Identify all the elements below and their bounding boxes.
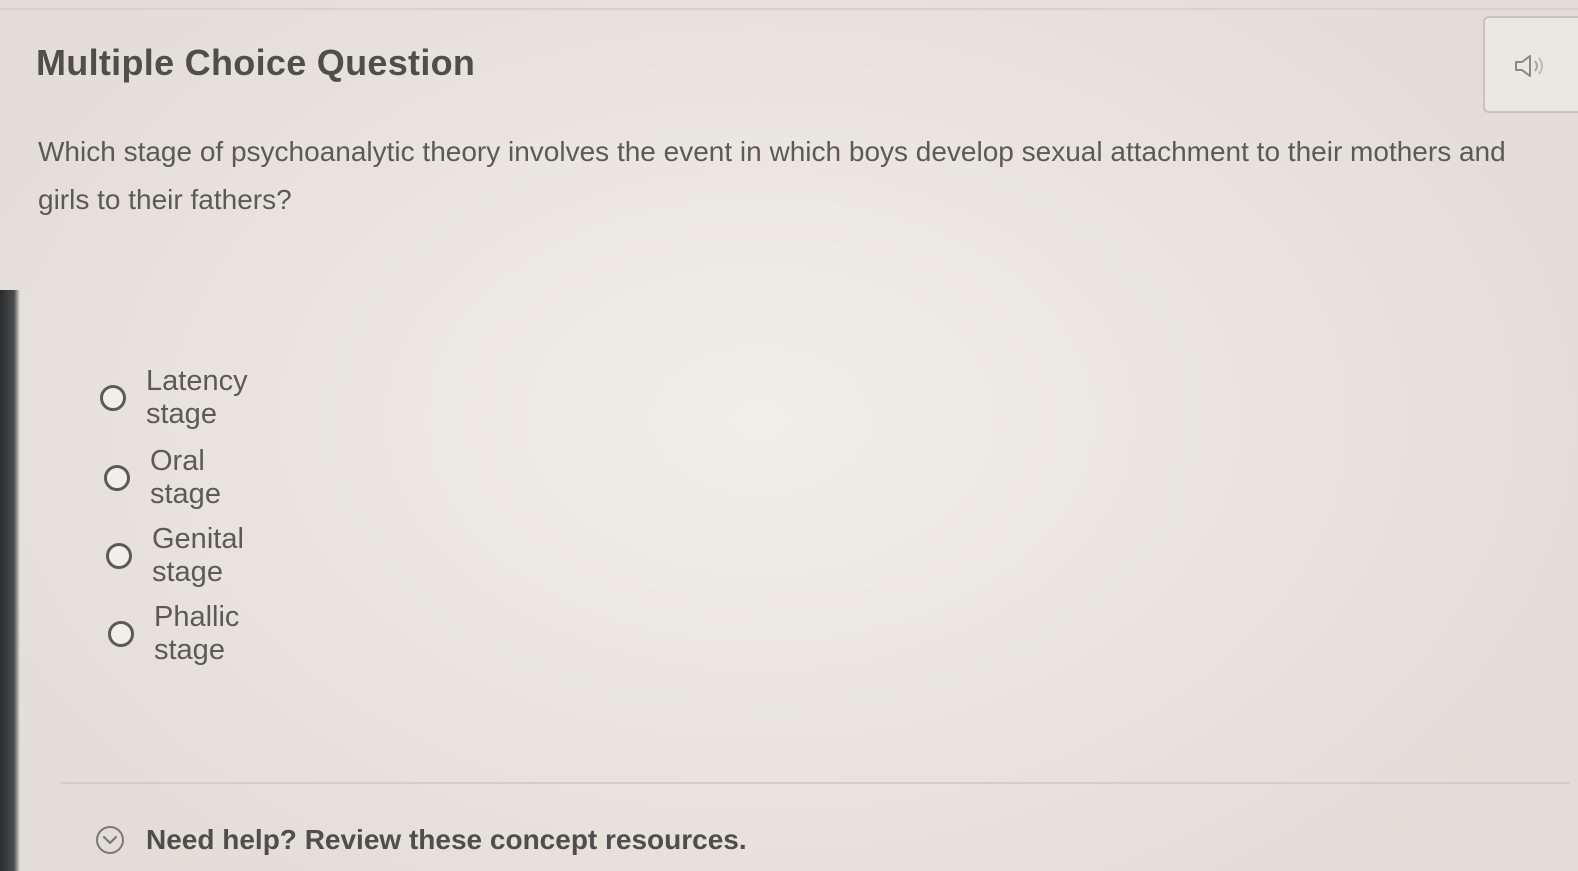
top-divider (0, 8, 1578, 10)
chevron-down-circle-icon (96, 826, 124, 854)
option-label: Phallic stage (154, 601, 240, 666)
question-text: Which stage of psychoanalytic theory inv… (38, 136, 1506, 215)
quiz-screen: Multiple Choice Question Which stage of … (0, 0, 1578, 871)
radio-button[interactable] (108, 621, 134, 647)
option-label: Oral stage (150, 445, 221, 510)
option-phallic-stage[interactable]: Phallic stage (108, 601, 239, 666)
speaker-icon (1515, 55, 1543, 77)
option-oral-stage[interactable]: Oral stage (104, 445, 221, 510)
read-aloud-button[interactable] (1483, 16, 1578, 113)
monitor-bezel (0, 290, 20, 871)
concept-resources-toggle[interactable]: Need help? Review these concept resource… (94, 824, 747, 856)
radio-button[interactable] (106, 543, 132, 569)
help-link-text: Need help? Review these concept resource… (146, 824, 747, 855)
option-latency-stage[interactable]: Latency stage (100, 365, 248, 430)
page-title: Multiple Choice Question (36, 42, 476, 83)
option-label: Genital stage (152, 523, 244, 588)
section-divider (60, 782, 1570, 784)
radio-button[interactable] (100, 385, 126, 411)
radio-button[interactable] (104, 465, 130, 491)
option-genital-stage[interactable]: Genital stage (106, 523, 244, 588)
option-label: Latency stage (146, 365, 248, 430)
